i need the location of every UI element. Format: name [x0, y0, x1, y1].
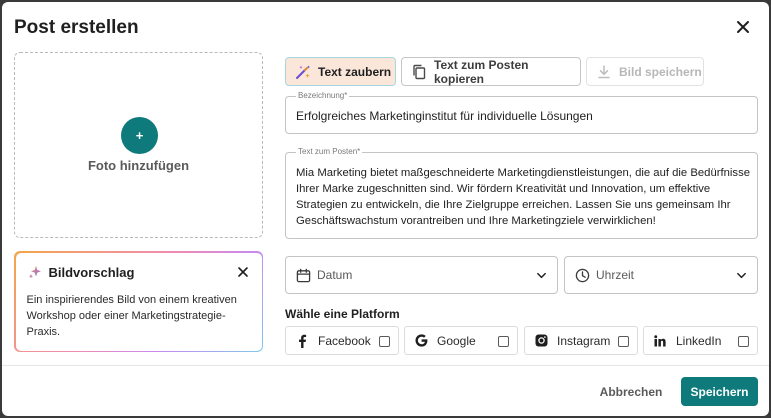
linkedin-icon [653, 334, 667, 348]
add-photo-label: Foto hinzufügen [87, 158, 190, 173]
copy-icon [413, 64, 426, 79]
close-suggestion-icon[interactable] [236, 265, 250, 279]
facebook-icon [295, 334, 309, 348]
date-picker[interactable]: Datum [285, 256, 558, 294]
download-icon [598, 64, 610, 78]
name-field[interactable]: Bezeichnung* Erfolgreiches Marketinginst… [285, 91, 758, 134]
platform-instagram-checkbox[interactable] [618, 336, 629, 347]
platform-google[interactable]: Google [404, 326, 518, 355]
magic-text-button[interactable]: Text zaubern [285, 57, 396, 86]
post-text-field[interactable]: Text zum Posten* Mia Marketing bietet ma… [285, 147, 758, 239]
add-photo-button[interactable]: + [121, 117, 158, 154]
platform-linkedin-label: LinkedIn [676, 333, 722, 348]
footer-divider [2, 365, 769, 366]
platform-facebook[interactable]: Facebook [285, 326, 399, 355]
platform-facebook-label: Facebook [318, 333, 371, 348]
name-field-label: Bezeichnung* [296, 91, 350, 100]
close-icon[interactable] [733, 17, 753, 37]
sparkle-icon [28, 265, 41, 278]
create-post-dialog: Post erstellen + Foto hinzufügen Bildvor… [2, 2, 769, 416]
post-text-label: Text zum Posten* [296, 147, 363, 156]
clock-icon [575, 268, 590, 282]
google-icon [414, 334, 428, 348]
platform-linkedin[interactable]: LinkedIn [643, 326, 758, 355]
dialog-title: Post erstellen [14, 17, 139, 38]
platform-instagram-label: Instagram [557, 333, 611, 348]
magic-text-label: Text zaubern [318, 64, 392, 79]
instagram-icon [534, 334, 548, 348]
time-placeholder: Uhrzeit [596, 268, 635, 282]
suggestion-title: Bildvorschlag [48, 264, 135, 280]
name-field-value[interactable]: Erfolgreiches Marketinginstitut für indi… [296, 109, 593, 123]
image-suggestion-card: Bildvorschlag Ein inspirierendes Bild vo… [14, 251, 263, 352]
chevron-down-icon [537, 272, 546, 279]
save-image-button[interactable]: Bild speichern [586, 57, 704, 86]
photo-upload-area[interactable]: + Foto hinzufügen [14, 52, 263, 238]
date-placeholder: Datum [317, 268, 353, 282]
save-image-label: Bild speichern [619, 64, 702, 79]
calendar-icon [296, 268, 311, 282]
platform-section-title: Wähle eine Platform [285, 307, 400, 321]
chevron-down-icon [737, 272, 746, 279]
suggestion-text: Ein inspirierendes Bild von einem kreati… [26, 293, 237, 338]
magic-wand-icon [296, 65, 310, 79]
save-button[interactable]: Speichern [681, 377, 758, 406]
cancel-button[interactable]: Abbrechen [596, 380, 666, 404]
copy-text-button[interactable]: Text zum Posten kopieren [401, 57, 581, 86]
platform-google-checkbox[interactable] [498, 336, 509, 347]
copy-text-label: Text zum Posten kopieren [434, 57, 529, 86]
time-picker[interactable]: Uhrzeit [564, 256, 758, 294]
platform-facebook-checkbox[interactable] [379, 336, 390, 347]
plus-icon: + [135, 128, 144, 143]
post-text-value[interactable]: Mia Marketing bietet maßgeschneiderte Ma… [296, 165, 751, 229]
platform-linkedin-checkbox[interactable] [738, 336, 749, 347]
platform-instagram[interactable]: Instagram [524, 326, 638, 355]
platform-google-label: Google [437, 333, 476, 348]
